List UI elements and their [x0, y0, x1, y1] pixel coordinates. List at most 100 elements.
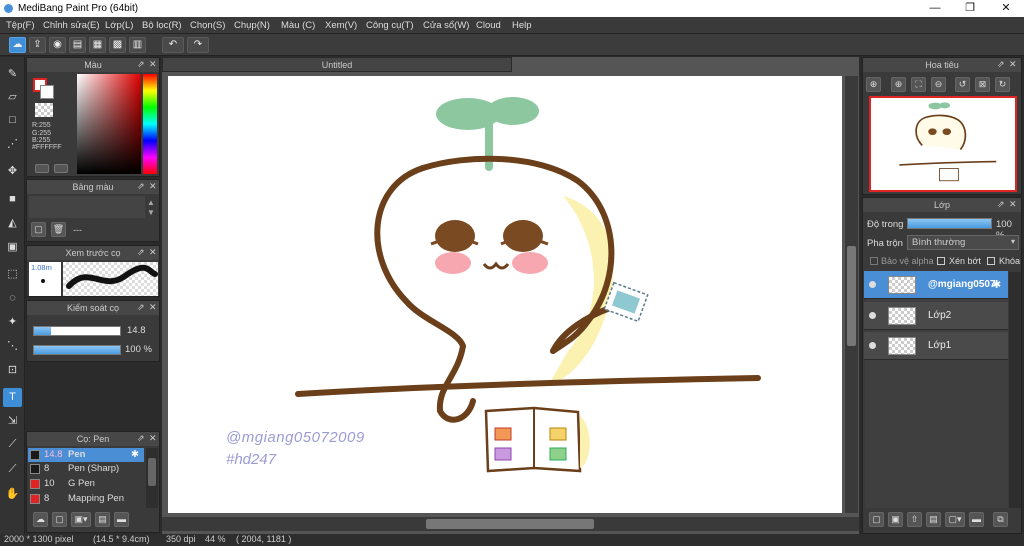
lasso-tool-icon[interactable]: ◌	[3, 289, 22, 308]
canvas-horizontal-thumb[interactable]	[426, 519, 594, 529]
float-icon[interactable]: ⇗	[137, 181, 145, 192]
clipping-checkbox[interactable]	[937, 257, 945, 265]
scroll-down-icon[interactable]: ▼	[147, 208, 155, 217]
maximize-button[interactable]: ❐	[953, 0, 987, 17]
hue-slider[interactable]	[143, 74, 157, 174]
rectangle-tool-icon[interactable]: □	[3, 111, 22, 130]
undo-icon[interactable]: ↶	[162, 37, 184, 53]
zoom-out-icon[interactable]: ⊖	[931, 77, 946, 92]
brush-list-item[interactable]: 14.8 Pen ✱	[28, 448, 144, 462]
grid-icon[interactable]: ▩	[109, 37, 126, 53]
text-tool-icon[interactable]: T	[3, 388, 22, 407]
operation-tool-icon[interactable]: ⇲	[3, 412, 22, 431]
dot-tool-icon[interactable]: ⋰	[3, 135, 22, 154]
fit-window-icon[interactable]: ⊠	[975, 77, 990, 92]
eraser-tool-icon[interactable]: ▱	[3, 88, 22, 107]
new-brush-icon[interactable]: ▢	[52, 512, 67, 527]
new-halftone-layer-icon[interactable]: ▣	[888, 512, 903, 527]
close-panel-icon[interactable]: ✕	[149, 181, 157, 192]
brush-size-slider[interactable]	[33, 326, 121, 336]
document-icon[interactable]: ▦	[89, 37, 106, 53]
rotate-left-icon[interactable]: ↺	[955, 77, 970, 92]
brush-settings-gear-icon[interactable]: ✱	[131, 449, 139, 460]
menu-capture[interactable]: Chụp(N)	[234, 20, 270, 31]
select-rect-tool-icon[interactable]: ⬚	[3, 265, 22, 284]
close-panel-icon[interactable]: ✕	[149, 433, 157, 444]
fit-icon[interactable]: ⛶	[911, 77, 926, 92]
comment-icon[interactable]: ◉	[49, 37, 66, 53]
tiles-icon[interactable]: ▥	[129, 37, 146, 53]
layer-settings-gear-icon[interactable]: ✱	[992, 278, 1001, 291]
minimize-button[interactable]: —	[918, 0, 952, 17]
float-icon[interactable]: ⇗	[137, 302, 145, 313]
cloud-brush-icon[interactable]: ☁	[33, 512, 48, 527]
brush-settings-icon[interactable]: ▤	[95, 512, 110, 527]
close-panel-icon[interactable]: ✕	[149, 247, 157, 258]
color-option-button[interactable]	[35, 164, 49, 173]
lock-checkbox[interactable]	[987, 257, 995, 265]
visibility-eye-icon[interactable]	[869, 342, 876, 349]
layer-folder-icon[interactable]: ▬	[969, 512, 984, 527]
menu-view[interactable]: Xem(V)	[325, 20, 357, 31]
canvas-vertical-thumb[interactable]	[847, 246, 856, 346]
menu-file[interactable]: Tệp(F)	[6, 20, 35, 31]
brush-list-item[interactable]: 8 Mapping Pen	[28, 492, 144, 506]
redo-icon[interactable]: ↷	[187, 37, 209, 53]
menu-tools[interactable]: Công cụ(T)	[366, 20, 414, 31]
fill-rect-tool-icon[interactable]: ■	[3, 190, 22, 209]
add-brush-icon[interactable]: ▣▾	[71, 512, 91, 527]
layer-list-scrollbar[interactable]	[1009, 272, 1021, 508]
layer-menu-icon[interactable]: ▢▾	[945, 512, 965, 527]
close-panel-icon[interactable]: ✕	[149, 302, 157, 313]
select-pen-tool-icon[interactable]: ⋱	[3, 337, 22, 356]
menu-filter[interactable]: Bộ lọc(R)	[142, 20, 182, 31]
close-panel-icon[interactable]: ✕	[1009, 199, 1017, 210]
menu-layer[interactable]: Lớp(L)	[105, 20, 133, 31]
background-color-swatch[interactable]	[40, 85, 54, 99]
magic-wand-tool-icon[interactable]: ✦	[3, 313, 22, 332]
eyedropper-tool-icon[interactable]: ⟋	[3, 435, 22, 454]
brush-tool-icon[interactable]: ✎	[3, 65, 22, 84]
visibility-eye-icon[interactable]	[869, 312, 876, 319]
brush-list-scroll-thumb[interactable]	[148, 458, 156, 486]
gradient-tool-icon[interactable]: ▣	[3, 238, 22, 257]
scroll-up-icon[interactable]: ▲	[147, 198, 155, 207]
brush-list-item[interactable]: 8 Pen (Sharp)	[28, 462, 144, 476]
color-option-button-2[interactable]	[54, 164, 68, 173]
brush-folder-icon[interactable]: ▬	[114, 512, 129, 527]
chat-icon[interactable]: ▤	[69, 37, 86, 53]
zoom-in-icon[interactable]: ⊕	[866, 77, 881, 92]
new-layer-icon[interactable]: ▢	[869, 512, 884, 527]
layer-opacity-slider[interactable]	[907, 218, 992, 229]
menu-cloud[interactable]: Cloud	[476, 20, 501, 31]
canvas-vertical-scrollbar[interactable]	[845, 76, 858, 513]
close-panel-icon[interactable]: ✕	[149, 59, 157, 70]
saturation-value-picker[interactable]	[77, 74, 141, 174]
cloud-icon[interactable]: ☁	[9, 37, 26, 53]
rotate-right-icon[interactable]: ↻	[995, 77, 1010, 92]
copy-layer-icon[interactable]: ▤	[926, 512, 941, 527]
drawing-canvas[interactable]: @mgiang05072009 #hd247	[168, 76, 842, 513]
navigator-preview[interactable]	[869, 96, 1017, 192]
close-button[interactable]: ✕	[989, 0, 1023, 17]
close-panel-icon[interactable]: ✕	[1009, 59, 1017, 70]
palette-area[interactable]	[29, 196, 145, 218]
menu-select[interactable]: Chọn(S)	[190, 20, 225, 31]
layer-row[interactable]: Lớp2	[864, 302, 1008, 330]
document-tab[interactable]: Untitled	[162, 57, 512, 72]
merge-down-icon[interactable]: ⇧	[907, 512, 922, 527]
menu-color[interactable]: Màu (C)	[281, 20, 315, 31]
zoom-in-icon-2[interactable]: ⊕	[891, 77, 906, 92]
panel-divide-tool-icon[interactable]: ⟋	[3, 460, 22, 479]
share-icon[interactable]: ⇪	[29, 37, 46, 53]
visibility-eye-icon[interactable]	[869, 281, 876, 288]
float-icon[interactable]: ⇗	[137, 59, 145, 70]
brush-list-scrollbar[interactable]	[146, 448, 158, 508]
select-eraser-tool-icon[interactable]: ⊡	[3, 361, 22, 380]
brush-list-item[interactable]: 10 G Pen	[28, 477, 144, 491]
float-icon[interactable]: ⇗	[997, 199, 1005, 210]
menu-edit[interactable]: Chỉnh sửa(E)	[43, 20, 100, 31]
brush-opacity-slider[interactable]	[33, 345, 121, 355]
protect-alpha-checkbox[interactable]	[870, 257, 878, 265]
canvas-horizontal-scrollbar[interactable]	[162, 517, 859, 531]
